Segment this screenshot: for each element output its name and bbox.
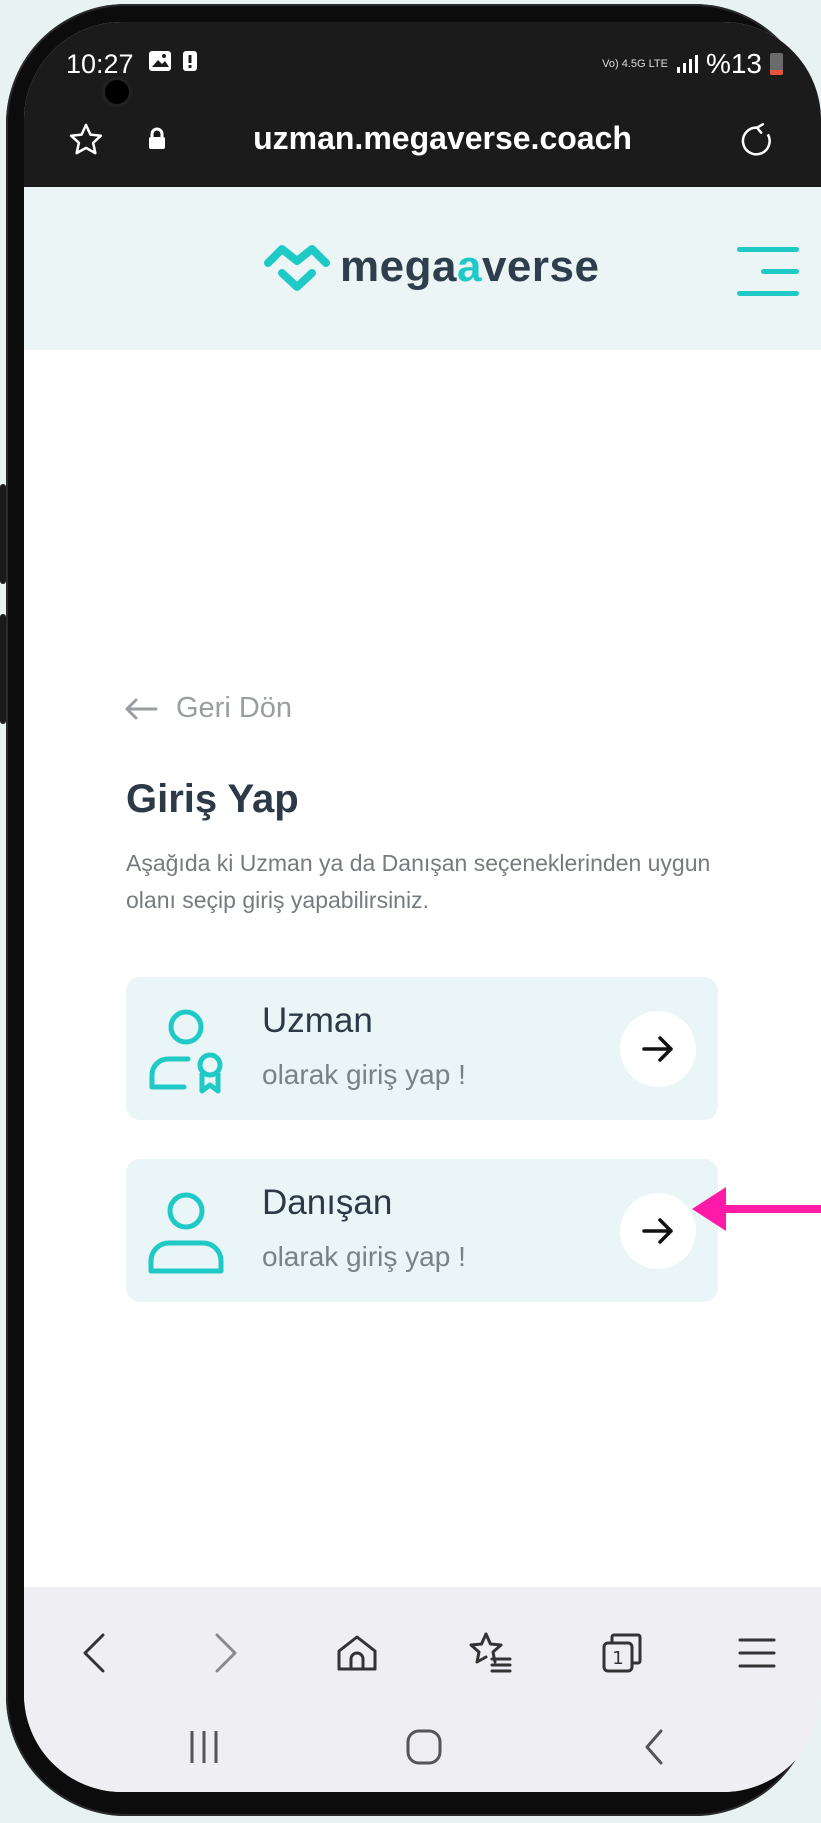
- page-description: Aşağıda ki Uzman ya da Danışan seçenekle…: [126, 850, 711, 913]
- browser-top-bar: 10:27 Vo) 4.5G LTE %13 uzman.megaverse.c…: [24, 22, 821, 187]
- home-icon[interactable]: [327, 1623, 387, 1683]
- login-option-expert[interactable]: Uzman olarak giriş yap !: [126, 977, 718, 1120]
- option-title: Danışan: [262, 1183, 393, 1222]
- network-indicator: Vo) 4.5G LTE: [602, 57, 668, 70]
- notification-icons: [148, 50, 198, 72]
- status-time: 10:27: [66, 49, 134, 79]
- heartbeat-logo-icon: [264, 245, 330, 291]
- site-header: megaaverse: [24, 187, 821, 350]
- screen: 10:27 Vo) 4.5G LTE %13 uzman.megaverse.c…: [24, 22, 821, 1792]
- tabs-icon[interactable]: 1: [592, 1623, 652, 1683]
- option-subtitle: olarak giriş yap !: [262, 1241, 466, 1272]
- recent-apps-icon[interactable]: [174, 1717, 234, 1777]
- volume-button: [0, 484, 6, 584]
- star-list-icon[interactable]: [460, 1623, 520, 1683]
- arrow-right-icon: [642, 1218, 673, 1244]
- tab-count: 1: [612, 1648, 623, 1669]
- signal-icon: [676, 55, 698, 73]
- hamburger-menu-icon[interactable]: [737, 247, 799, 297]
- chevron-right-icon[interactable]: [196, 1623, 256, 1683]
- login-option-client[interactable]: Danışan olarak giriş yap !: [126, 1159, 718, 1302]
- megaverse-logo[interactable]: megaaverse: [264, 237, 599, 297]
- arrow-left-icon: [125, 698, 158, 719]
- logo-text-accent: a: [456, 242, 482, 291]
- browser-toolbar: 1: [24, 1587, 821, 1717]
- client-login-arrow-button[interactable]: [620, 1193, 696, 1269]
- front-camera: [102, 77, 132, 107]
- reload-icon[interactable]: [734, 118, 780, 164]
- back-button-icon[interactable]: [624, 1717, 684, 1777]
- back-link[interactable]: Geri Dön: [124, 692, 292, 725]
- expert-login-arrow-button[interactable]: [620, 1011, 696, 1087]
- image-icon: [149, 51, 171, 71]
- system-nav-bar: [24, 1717, 821, 1792]
- logo-text-mega: mega: [340, 242, 457, 291]
- address-bar[interactable]: uzman.megaverse.coach: [24, 112, 821, 172]
- expert-user-icon: [146, 1005, 236, 1100]
- pointer-arrow-icon: [690, 1184, 821, 1239]
- home-button-icon[interactable]: [394, 1717, 454, 1777]
- user-icon: [146, 1187, 236, 1282]
- chevron-left-icon[interactable]: [64, 1623, 124, 1683]
- menu-icon[interactable]: [727, 1623, 787, 1683]
- option-subtitle: olarak giriş yap !: [262, 1059, 466, 1090]
- arrow-right-icon: [642, 1036, 673, 1062]
- phone-frame: 10:27 Vo) 4.5G LTE %13 uzman.megaverse.c…: [0, 4, 821, 1816]
- power-button: [0, 614, 6, 724]
- option-title: Uzman: [262, 1001, 373, 1040]
- back-label: Geri Dön: [176, 692, 293, 724]
- url-text[interactable]: uzman.megaverse.coach: [24, 120, 821, 157]
- logo-wordmark: megaaverse: [340, 242, 599, 292]
- battery-icon: [770, 53, 783, 75]
- page-title: Giriş Yap: [126, 777, 299, 821]
- status-right: Vo) 4.5G LTE %13: [602, 48, 783, 80]
- logo-text-verse: verse: [481, 242, 600, 291]
- battery-percent: %13: [705, 48, 762, 79]
- alert-icon: [183, 51, 197, 71]
